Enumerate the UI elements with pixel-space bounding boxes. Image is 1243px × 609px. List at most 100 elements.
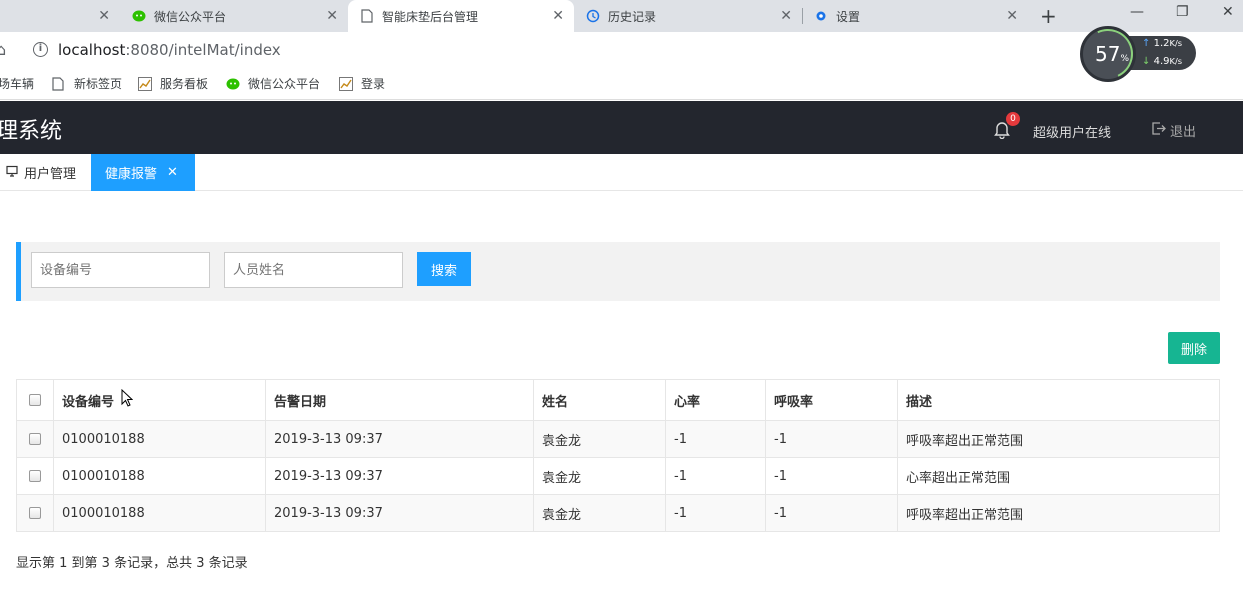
- page-icon: [360, 9, 374, 23]
- restore-button[interactable]: ❐: [1176, 4, 1189, 20]
- row-checkbox[interactable]: [29, 470, 41, 482]
- download-rate: ↓ 4.9K/s: [1142, 56, 1182, 67]
- close-icon[interactable]: ✕: [167, 165, 178, 180]
- browser-tab-admin[interactable]: 智能床垫后台管理 ✕: [348, 0, 574, 32]
- search-button[interactable]: 搜索: [417, 252, 471, 286]
- search-panel: 搜索: [16, 242, 1220, 301]
- close-icon[interactable]: ✕: [326, 8, 338, 24]
- upload-rate: ↑ 1.2K/s: [1142, 38, 1182, 49]
- bookmark-label: 微信公众平台: [248, 77, 321, 91]
- monitor-icon: [6, 165, 18, 180]
- window-close-button[interactable]: ✕: [1222, 4, 1234, 20]
- table-row[interactable]: 0100010188 2019-3-13 09:37 袁金龙 -1 -1 心率超…: [16, 457, 1220, 495]
- logout-label: 退出: [1170, 125, 1197, 140]
- row-select-cell: [16, 420, 54, 458]
- bookmark-item[interactable]: 服务看板: [138, 75, 208, 92]
- mouse-cursor-icon: [121, 388, 134, 411]
- browser-tab-wechat[interactable]: 微信公众平台 ✕: [120, 0, 348, 32]
- cell-alert-date: 2019-3-13 09:37: [265, 494, 534, 532]
- tab-label: 历史记录: [608, 9, 657, 24]
- tab-label: 微信公众平台: [154, 9, 227, 24]
- cell-name: 袁金龙: [533, 420, 666, 458]
- download-value: 4.9: [1153, 56, 1170, 67]
- tab-health-alert[interactable]: 健康报警 ✕: [91, 154, 195, 191]
- cell-respiration-rate: -1: [765, 494, 898, 532]
- cell-description: 呼吸率超出正常范围: [897, 494, 1220, 532]
- table-row[interactable]: 0100010188 2019-3-13 09:37 袁金龙 -1 -1 呼吸率…: [16, 420, 1220, 458]
- row-select-cell: [16, 457, 54, 495]
- url-host: localhost: [58, 41, 126, 59]
- cell-alert-date: 2019-3-13 09:37: [265, 457, 534, 495]
- cell-heart-rate: -1: [665, 420, 766, 458]
- bookmark-label: 场车辆: [0, 77, 35, 91]
- bookmark-item[interactable]: 登录: [339, 75, 385, 92]
- address-bar: ⌂ i localhost:8080/intelMat/index: [0, 32, 1243, 68]
- history-icon: [586, 9, 600, 23]
- url-path: :8080/intelMat/index: [125, 41, 281, 59]
- select-all-checkbox[interactable]: [29, 394, 41, 406]
- tab-user-management[interactable]: 用户管理: [6, 154, 76, 191]
- logout-button[interactable]: 退出: [1151, 121, 1196, 140]
- app-header: 理系统 超级用户在线 退出: [0, 101, 1243, 154]
- cell-respiration-rate: -1: [765, 457, 898, 495]
- notification-badge: 0: [1006, 112, 1020, 126]
- device-number-input[interactable]: [31, 252, 210, 288]
- col-description[interactable]: 描述: [897, 379, 1220, 421]
- new-tab-button[interactable]: +: [1040, 4, 1057, 28]
- bookmark-item[interactable]: 场车辆: [0, 75, 34, 92]
- cpu-percent-unit: %: [1120, 54, 1130, 64]
- cell-heart-rate: -1: [665, 494, 766, 532]
- tab-label: 用户管理: [24, 167, 77, 182]
- logout-icon: [1151, 121, 1166, 140]
- cell-description: 呼吸率超出正常范围: [897, 420, 1220, 458]
- col-name[interactable]: 姓名: [533, 379, 666, 421]
- select-all-cell: [16, 379, 54, 421]
- cell-device-number: 0100010188: [53, 420, 266, 458]
- col-alert-date[interactable]: 告警日期: [265, 379, 534, 421]
- cpu-percent: 57%: [1095, 42, 1129, 66]
- cell-alert-date: 2019-3-13 09:37: [265, 420, 534, 458]
- bookmark-item[interactable]: 微信公众平台: [226, 75, 320, 92]
- upload-arrow-icon: ↑: [1142, 38, 1151, 49]
- minimize-button[interactable]: —: [1130, 4, 1144, 20]
- close-icon[interactable]: ✕: [780, 8, 792, 24]
- cell-device-number: 0100010188: [53, 494, 266, 532]
- close-icon[interactable]: ✕: [552, 8, 564, 24]
- info-icon[interactable]: i: [33, 42, 48, 57]
- bookmark-label: 服务看板: [160, 77, 209, 91]
- browser-tab-settings[interactable]: 设置 ✕: [802, 0, 1028, 32]
- delete-button[interactable]: 删除: [1168, 332, 1220, 364]
- app-title: 理系统: [0, 119, 63, 144]
- person-name-input[interactable]: [224, 252, 403, 288]
- browser-tab-history[interactable]: 历史记录 ✕: [574, 0, 802, 32]
- pagination-info: 显示第 1 到第 3 条记录，总共 3 条记录: [16, 556, 248, 571]
- user-status[interactable]: 超级用户在线: [1033, 122, 1111, 141]
- row-checkbox[interactable]: [29, 433, 41, 445]
- tab-label: 健康报警: [105, 167, 158, 182]
- page-tabs: 用户管理 健康报警 ✕: [0, 154, 1243, 191]
- col-respiration-rate[interactable]: 呼吸率: [765, 379, 898, 421]
- bookmark-item[interactable]: 新标签页: [52, 75, 122, 92]
- close-icon[interactable]: ✕: [98, 8, 110, 24]
- table-row[interactable]: 0100010188 2019-3-13 09:37 袁金龙 -1 -1 呼吸率…: [16, 494, 1220, 532]
- bookmark-label: 新标签页: [74, 77, 123, 91]
- bookmarks-bar: 场车辆 新标签页 服务看板 微信公众平台 登录: [0, 68, 1243, 100]
- url-field[interactable]: localhost:8080/intelMat/index: [58, 41, 281, 59]
- col-heart-rate[interactable]: 心率: [665, 379, 766, 421]
- download-unit: K/s: [1169, 56, 1183, 66]
- page-icon: [52, 76, 66, 91]
- close-icon[interactable]: ✕: [1006, 8, 1018, 24]
- browser-tab-bar: ✕ 微信公众平台 ✕ 智能床垫后台管理 ✕ 历史记录 ✕ 设置 ✕ + — ❐ …: [0, 0, 1243, 32]
- row-checkbox[interactable]: [29, 507, 41, 519]
- cell-respiration-rate: -1: [765, 420, 898, 458]
- browser-tab-0[interactable]: ✕: [0, 0, 120, 32]
- table-header-row: 设备编号 告警日期 姓名 心率 呼吸率 描述: [16, 379, 1220, 421]
- cpu-gauge: 57%: [1075, 21, 1141, 87]
- cell-heart-rate: -1: [665, 457, 766, 495]
- alert-table: 设备编号 告警日期 姓名 心率 呼吸率 描述 0100010188 2019-3…: [16, 379, 1220, 532]
- col-device-number[interactable]: 设备编号: [53, 379, 266, 421]
- network-monitor-widget[interactable]: 57% ↑ 1.2K/s ↓ 4.9K/s: [1075, 21, 1198, 87]
- cpu-percent-value: 57: [1095, 42, 1121, 66]
- cell-name: 袁金龙: [533, 494, 666, 532]
- home-icon[interactable]: ⌂: [0, 40, 6, 59]
